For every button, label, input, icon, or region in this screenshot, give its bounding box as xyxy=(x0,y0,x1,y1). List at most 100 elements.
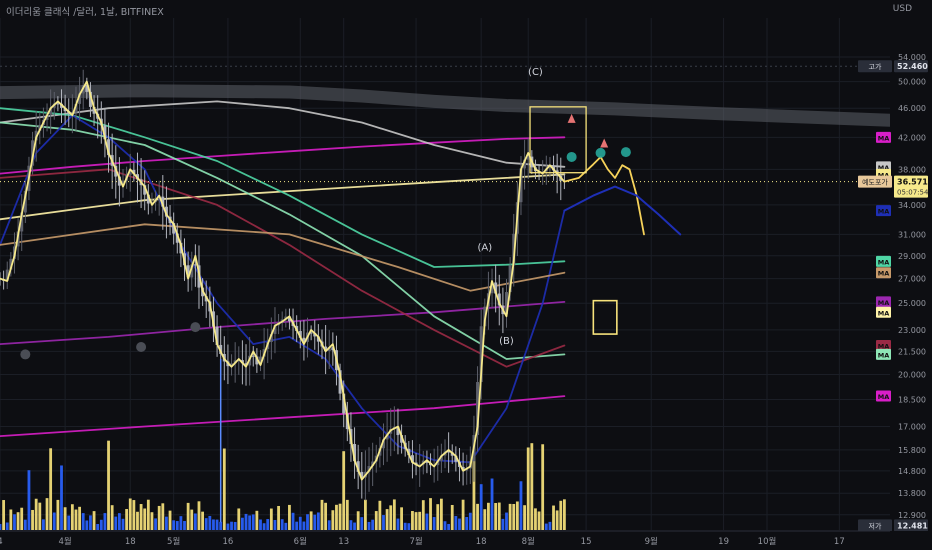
marker-dot-gray xyxy=(136,342,147,353)
volume-bar xyxy=(497,502,501,530)
volume-bar xyxy=(150,512,154,530)
volume-bar xyxy=(291,512,295,530)
volume-bar xyxy=(280,519,284,530)
volume-bar xyxy=(273,519,277,530)
volume-bar xyxy=(400,507,403,530)
volume-bar xyxy=(324,502,328,530)
volume-bar xyxy=(237,508,241,530)
volume-bar xyxy=(378,500,382,530)
volume-bar xyxy=(411,511,414,530)
volume-bar xyxy=(418,511,422,530)
volume-bar xyxy=(562,499,566,530)
volume-bar xyxy=(508,503,512,530)
volume-bar xyxy=(81,513,85,530)
volume-bar xyxy=(49,448,53,530)
ma-tag-label: MA xyxy=(878,134,890,142)
volume-bar xyxy=(208,515,212,530)
y-tick-label: 14.800 xyxy=(898,467,926,476)
volume-bar xyxy=(526,447,530,530)
volume-bar xyxy=(295,521,299,530)
x-tick-label: 8월 xyxy=(522,536,535,547)
volume-bar xyxy=(432,517,436,530)
volume-bar xyxy=(544,523,548,530)
volume-bar xyxy=(70,504,74,530)
volume-bar xyxy=(244,513,248,530)
volume-bar xyxy=(277,505,280,530)
volume-bar xyxy=(136,511,139,530)
volume-bar xyxy=(389,505,393,530)
price-label-tag: 고가 xyxy=(869,62,882,71)
x-tick-label: 7월 xyxy=(409,536,422,547)
chart-title: 이더리움 클래식 /달러, 1날, BITFINEX xyxy=(6,7,164,18)
volume-bar xyxy=(27,470,31,530)
volume-bar xyxy=(392,499,396,530)
volume-bar xyxy=(364,499,367,530)
price-label-value: 36.571 xyxy=(897,178,928,187)
volume-bar xyxy=(371,519,375,530)
volume-bar xyxy=(128,498,132,530)
volume-bar xyxy=(382,515,385,530)
volume-bar xyxy=(447,523,451,530)
volume-bar xyxy=(89,515,92,530)
volume-bar xyxy=(501,518,505,530)
volume-bar xyxy=(165,516,168,530)
volume-bar xyxy=(212,519,215,530)
y-tick-label: 38.000 xyxy=(898,165,926,174)
volume-bar xyxy=(476,503,479,530)
volume-bar xyxy=(353,522,356,530)
volume-bar xyxy=(490,478,494,530)
volume-bar xyxy=(487,502,490,530)
volume-bar xyxy=(436,504,440,530)
y-tick-label: 13.800 xyxy=(898,489,926,498)
x-tick-label: 19 xyxy=(718,537,729,547)
currency-label: USD xyxy=(892,4,912,14)
wave-label: (A) xyxy=(477,242,492,253)
volume-bar xyxy=(146,499,150,530)
x-tick-label: 16 xyxy=(223,537,234,547)
volume-bar xyxy=(331,510,335,530)
volume-bar xyxy=(233,521,237,530)
volume-bar xyxy=(548,521,552,530)
volume-bar xyxy=(302,521,306,530)
x-tick-label: 13 xyxy=(338,537,349,547)
y-tick-label: 42.000 xyxy=(898,133,926,142)
volume-bar xyxy=(450,504,454,530)
y-tick-label: 21.500 xyxy=(898,347,926,356)
chart-background xyxy=(0,0,932,550)
volume-bar xyxy=(23,519,27,530)
price-label-value: 52.460 xyxy=(897,62,928,71)
volume-bar xyxy=(38,502,42,530)
volume-bar xyxy=(16,512,20,530)
volume-bar xyxy=(175,521,179,530)
volume-bar xyxy=(327,520,331,530)
volume-bar xyxy=(45,498,49,530)
volume-bar xyxy=(56,499,60,530)
volume-bar xyxy=(125,509,129,530)
price-chart[interactable]: (C)(A)(B)54.00050.00046.00042.00038.0003… xyxy=(0,0,932,550)
volume-bar xyxy=(523,505,526,530)
volume-bar xyxy=(219,521,223,530)
x-tick-label: 9월 xyxy=(645,536,658,547)
marker-dot-gray xyxy=(20,349,31,360)
volume-bar xyxy=(541,444,545,530)
volume-bar xyxy=(240,517,244,530)
y-tick-label: 34.000 xyxy=(898,201,926,210)
price-label-tag: 저가 xyxy=(869,521,882,530)
y-tick-label: 27.000 xyxy=(898,275,926,284)
price-label-value: 12.481 xyxy=(897,521,928,530)
volume-bar xyxy=(172,520,176,530)
signal-dot xyxy=(620,147,631,158)
volume-bar xyxy=(161,503,165,530)
volume-bar xyxy=(429,498,432,530)
volume-bar xyxy=(421,500,425,530)
volume-bar xyxy=(494,502,498,530)
x-tick-label: 4월 xyxy=(59,536,72,547)
volume-bar xyxy=(248,515,252,530)
volume-bar xyxy=(34,498,38,530)
price-label-countdown: 05:07:54 xyxy=(897,189,929,197)
volume-bar xyxy=(335,504,338,530)
volume-bar xyxy=(316,512,320,530)
volume-bar xyxy=(559,500,563,530)
volume-bar xyxy=(443,521,447,530)
y-tick-label: 15.800 xyxy=(898,446,926,455)
